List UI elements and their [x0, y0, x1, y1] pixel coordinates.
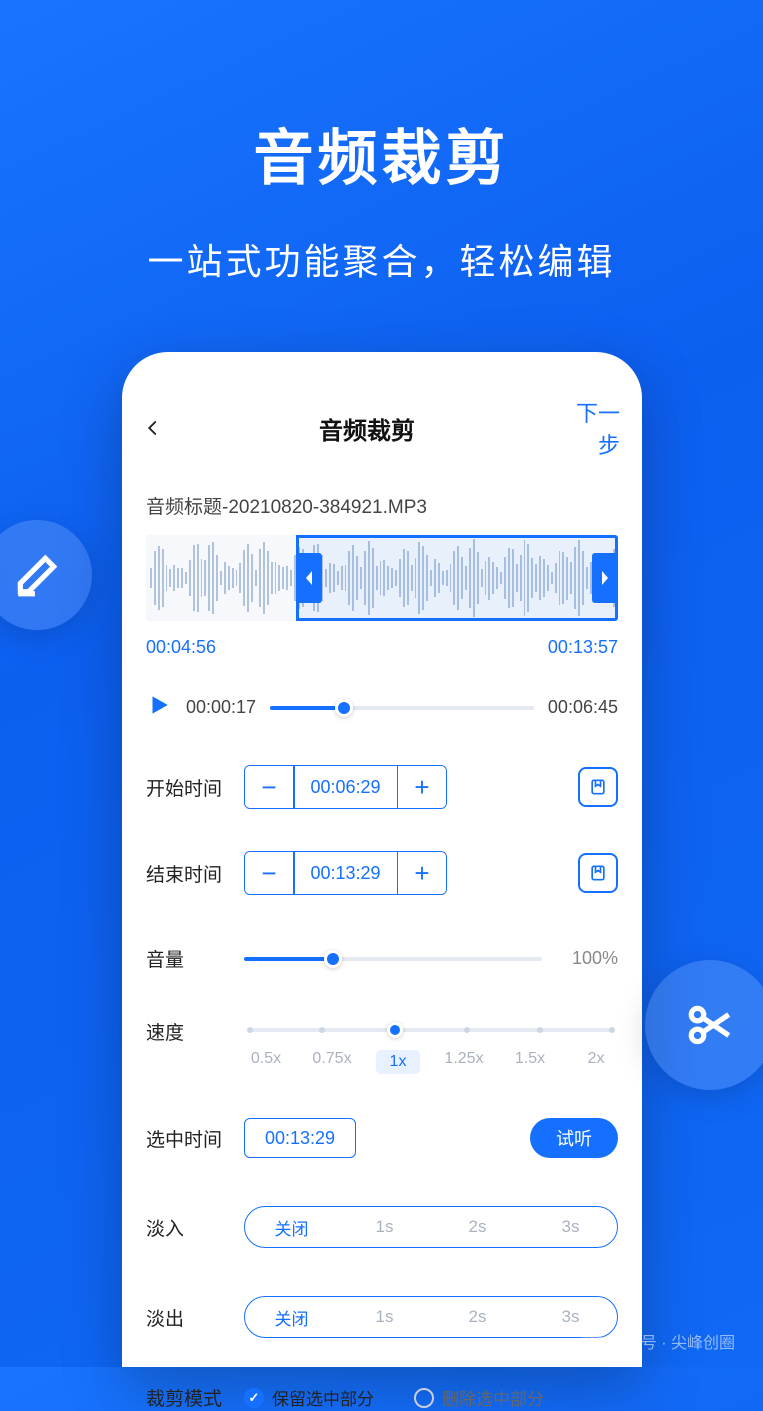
player-slider-fill: [270, 706, 344, 710]
hero-header: 音频裁剪 一站式功能聚合，轻松编辑: [0, 0, 763, 285]
selected-time-label: 选中时间: [146, 1125, 244, 1152]
waveform-start-time: 00:04:56: [146, 637, 216, 658]
end-time-value[interactable]: 00:13:29: [295, 863, 397, 884]
start-time-bookmark-button[interactable]: [578, 767, 618, 807]
start-time-stepper: − 00:06:29 +: [244, 765, 447, 809]
speed-row: 速度 0.5x 0.75x 1x 1.25x 1.5x 2x: [122, 1018, 642, 1074]
segment-option[interactable]: 1s: [338, 1307, 431, 1327]
segment-option[interactable]: 2s: [431, 1217, 524, 1237]
crop-mode-row: 裁剪模式 保留选中部分 删除选中部分: [122, 1384, 642, 1411]
crop-mode-group: 保留选中部分 删除选中部分: [244, 1385, 618, 1410]
end-time-bookmark-button[interactable]: [578, 853, 618, 893]
speed-option[interactable]: 1x: [376, 1050, 420, 1074]
watermark-text: 公众号 · 尖峰创圈: [609, 1329, 735, 1353]
waveform-end-time: 00:13:57: [548, 637, 618, 658]
speed-option[interactable]: 0.5x: [244, 1050, 288, 1074]
volume-slider-fill: [244, 957, 333, 961]
wechat-icon: ✦: [581, 1330, 603, 1352]
fade-out-label: 淡出: [146, 1304, 244, 1331]
radio-unchecked-icon: [414, 1388, 434, 1408]
audio-filename: 音频标题-20210820-384921.MP3: [122, 480, 642, 529]
pencil-icon: [12, 550, 62, 600]
crop-mode-label: 裁剪模式: [146, 1384, 244, 1411]
selection-handle-left[interactable]: [296, 553, 322, 603]
segment-option[interactable]: 关闭: [245, 1215, 338, 1240]
player-slider-thumb[interactable]: [335, 699, 353, 717]
fade-in-segment[interactable]: 关闭1s2s3s: [244, 1206, 618, 1248]
end-time-minus-button[interactable]: −: [245, 852, 293, 894]
volume-value: 100%: [560, 948, 618, 969]
selected-time-value[interactable]: 00:13:29: [244, 1118, 356, 1158]
play-button[interactable]: [146, 692, 172, 723]
bookmark-icon: [588, 863, 608, 883]
edit-decoration-bubble: [0, 520, 92, 630]
segment-option[interactable]: 3s: [524, 1217, 617, 1237]
end-time-plus-button[interactable]: +: [398, 852, 446, 894]
speed-option[interactable]: 1.5x: [508, 1050, 552, 1074]
segment-option[interactable]: 3s: [524, 1307, 617, 1327]
play-icon: [146, 692, 172, 718]
volume-label: 音量: [146, 945, 244, 972]
waveform-times: 00:04:56 00:13:57: [122, 621, 642, 658]
preview-button[interactable]: 试听: [530, 1118, 618, 1158]
speed-option[interactable]: 0.75x: [310, 1050, 354, 1074]
scissors-decoration-bubble: [645, 960, 763, 1090]
selected-time-row: 选中时间 00:13:29 试听: [122, 1118, 642, 1158]
end-time-label: 结束时间: [146, 860, 244, 887]
player-slider[interactable]: [270, 706, 534, 710]
start-time-minus-button[interactable]: −: [245, 766, 293, 808]
fade-in-label: 淡入: [146, 1214, 244, 1241]
segment-option[interactable]: 1s: [338, 1217, 431, 1237]
hero-title: 音频裁剪: [0, 110, 763, 197]
chevron-left-icon: [303, 569, 315, 587]
crop-keep-radio[interactable]: 保留选中部分: [244, 1385, 374, 1410]
page-title: 音频裁剪: [319, 411, 415, 446]
end-time-stepper: − 00:13:29 +: [244, 851, 447, 895]
back-button[interactable]: [144, 412, 174, 444]
speed-selector[interactable]: 0.5x 0.75x 1x 1.25x 1.5x 2x: [244, 1018, 618, 1074]
waveform-editor[interactable]: [146, 535, 618, 621]
waveform-selection[interactable]: [296, 535, 618, 621]
start-time-label: 开始时间: [146, 774, 244, 801]
start-time-plus-button[interactable]: +: [398, 766, 446, 808]
fade-out-row: 淡出 关闭1s2s3s: [122, 1296, 642, 1338]
chevron-left-icon: [144, 419, 162, 437]
start-time-value[interactable]: 00:06:29: [295, 777, 397, 798]
volume-slider[interactable]: [244, 957, 542, 961]
player-controls: 00:00:17 00:06:45: [122, 658, 642, 723]
crop-delete-radio[interactable]: 删除选中部分: [414, 1385, 544, 1410]
fade-out-segment[interactable]: 关闭1s2s3s: [244, 1296, 618, 1338]
next-button[interactable]: 下一步: [560, 396, 620, 460]
hero-subtitle: 一站式功能聚合，轻松编辑: [0, 233, 763, 285]
volume-row: 音量 100%: [122, 945, 642, 972]
radio-checked-icon: [244, 1388, 264, 1408]
speed-label: 速度: [146, 1018, 244, 1045]
watermark: ✦ 公众号 · 尖峰创圈: [581, 1329, 735, 1353]
bookmark-icon: [588, 777, 608, 797]
selection-handle-right[interactable]: [592, 553, 618, 603]
fade-in-row: 淡入 关闭1s2s3s: [122, 1206, 642, 1248]
segment-option[interactable]: 2s: [431, 1307, 524, 1327]
speed-option[interactable]: 2x: [574, 1050, 618, 1074]
end-time-row: 结束时间 − 00:13:29 +: [122, 851, 642, 895]
player-current-time: 00:00:17: [186, 697, 256, 718]
start-time-row: 开始时间 − 00:06:29 +: [122, 765, 642, 809]
volume-slider-thumb[interactable]: [324, 950, 342, 968]
navbar: 音频裁剪 下一步: [122, 380, 642, 480]
segment-option[interactable]: 关闭: [245, 1305, 338, 1330]
crop-keep-label: 保留选中部分: [272, 1385, 374, 1410]
speed-option[interactable]: 1.25x: [442, 1050, 486, 1074]
scissors-icon: [685, 1000, 735, 1050]
chevron-right-icon: [599, 569, 611, 587]
phone-mockup: 音频裁剪 下一步 音频标题-20210820-384921.MP3 00:04:…: [122, 352, 642, 1367]
crop-delete-label: 删除选中部分: [442, 1385, 544, 1410]
player-total-time: 00:06:45: [548, 697, 618, 718]
